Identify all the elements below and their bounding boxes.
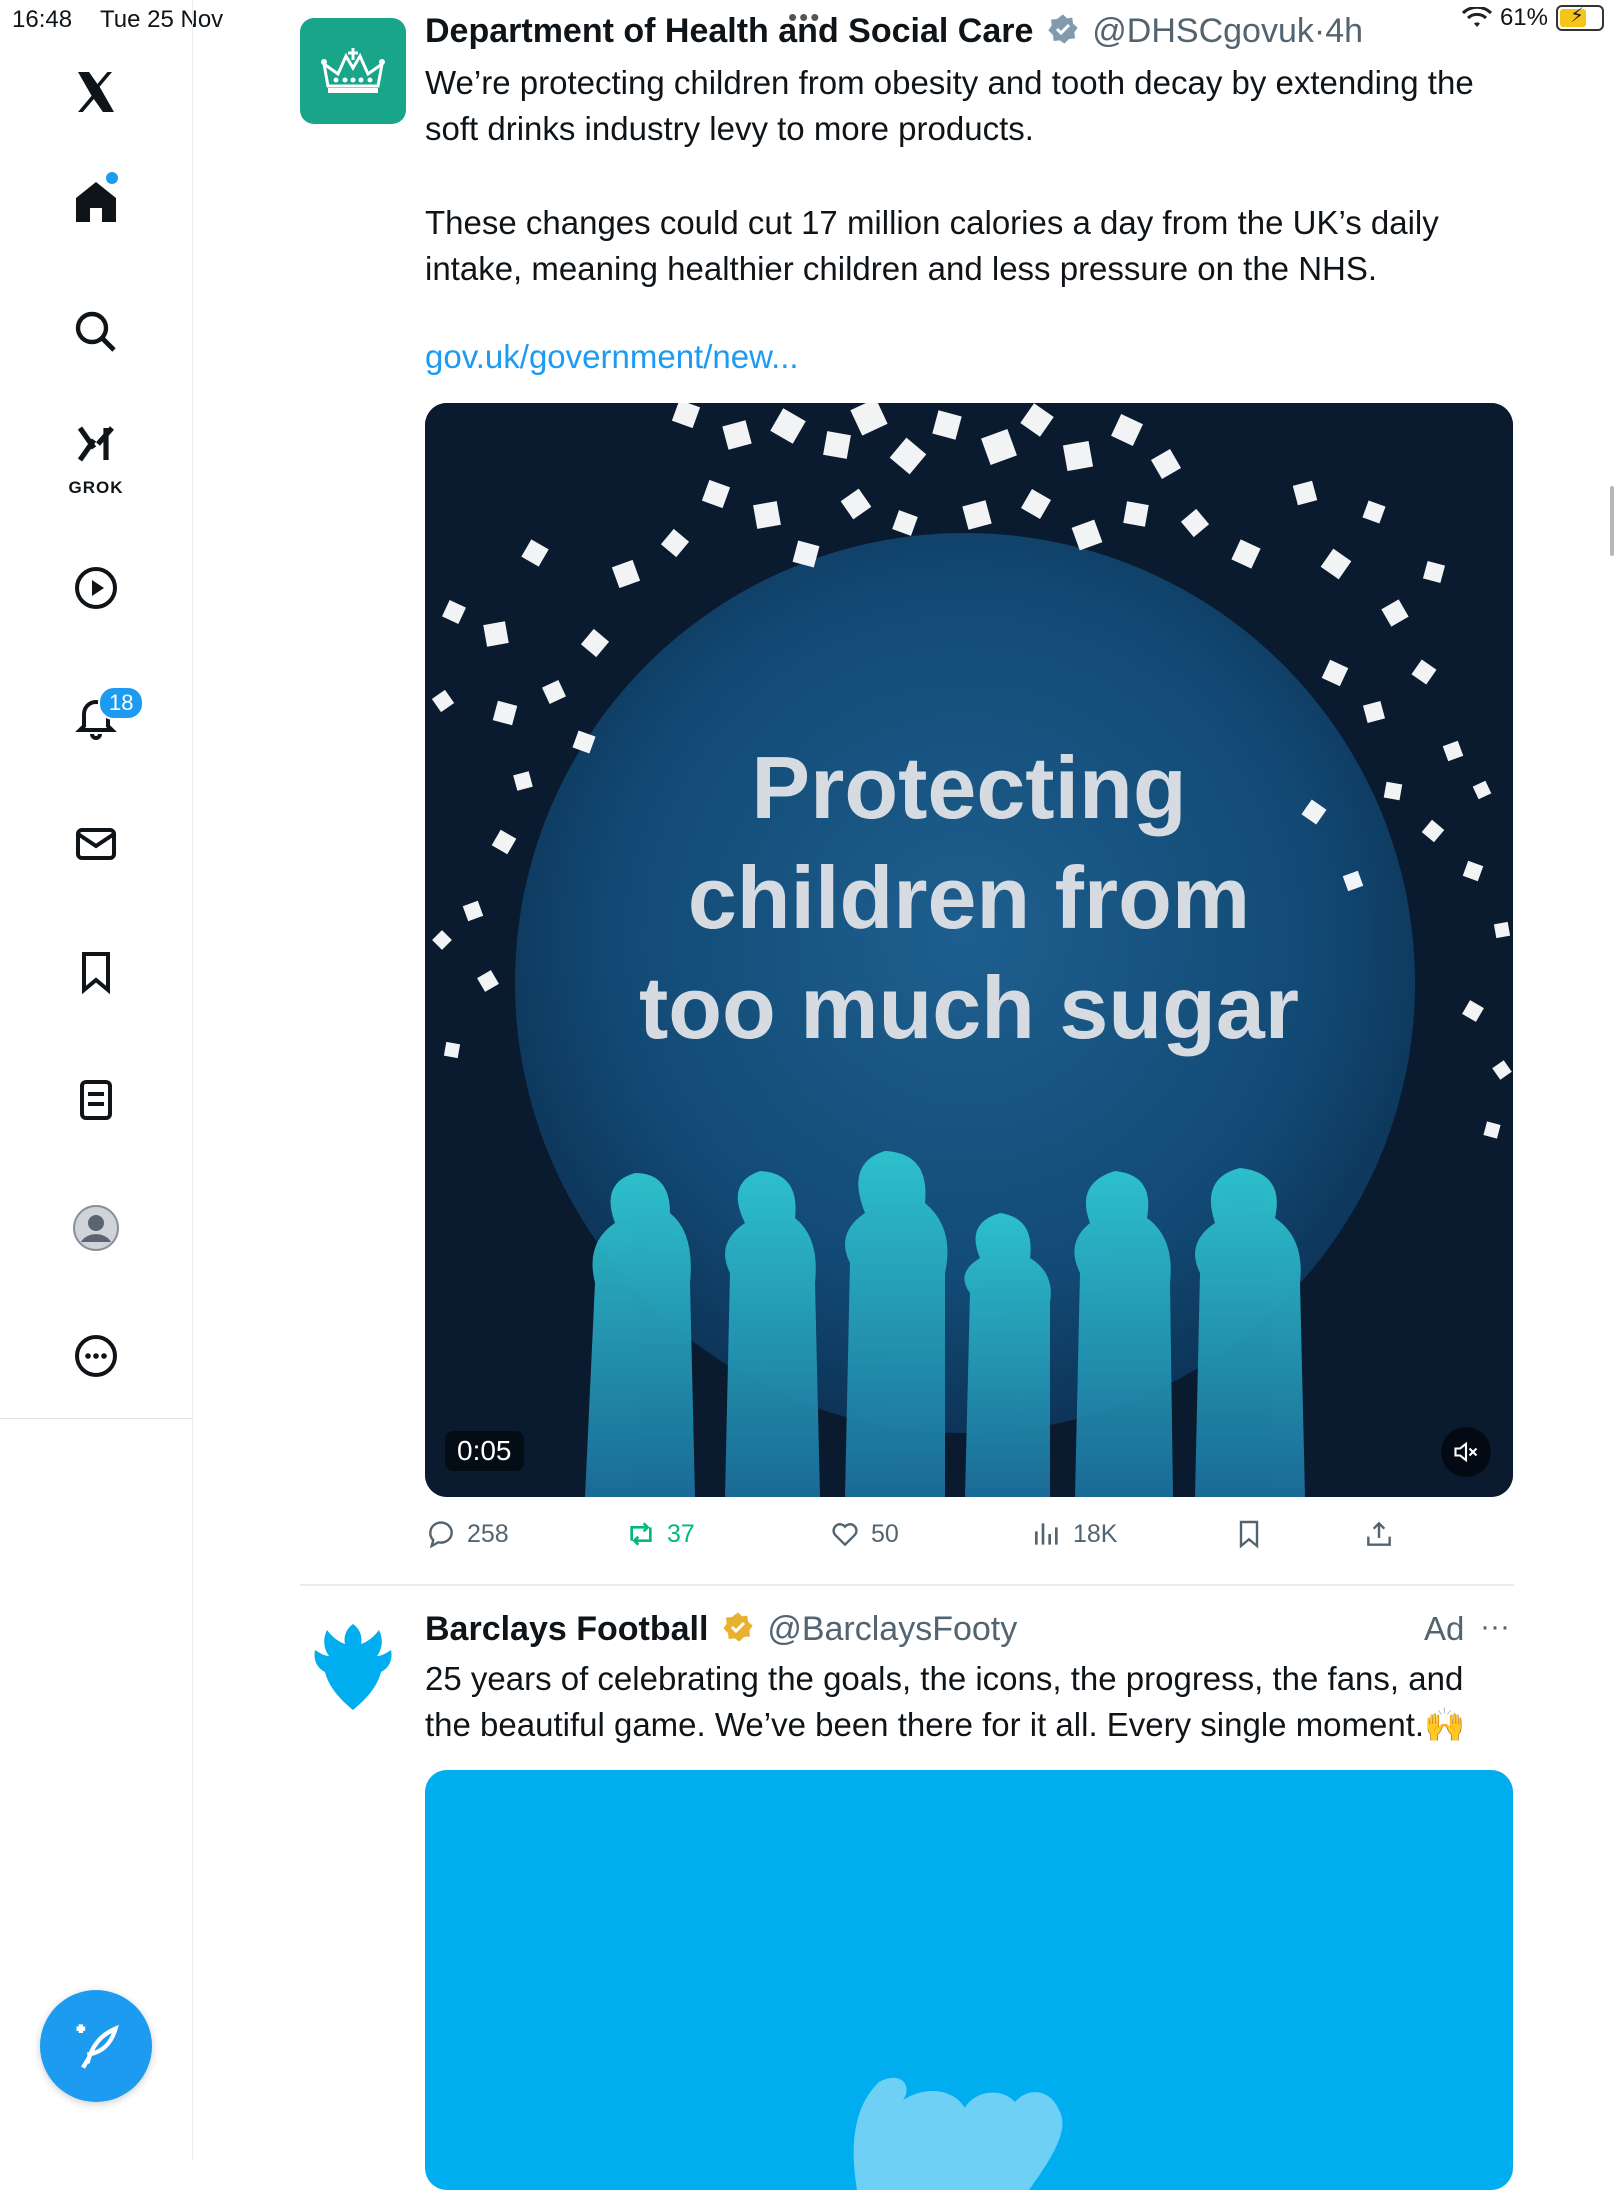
lists-icon[interactable] bbox=[56, 1060, 136, 1140]
tweet1-dot: · bbox=[1313, 12, 1326, 50]
video-headline-line-2: children from bbox=[687, 848, 1251, 947]
like-button[interactable]: 50 bbox=[829, 1518, 899, 1550]
views-button[interactable]: 18K bbox=[1031, 1518, 1117, 1550]
tweet2-text: 25 years of celebrating the goals, the i… bbox=[425, 1660, 1466, 1743]
messages-envelope-icon[interactable] bbox=[56, 804, 136, 884]
tweet2-author-name[interactable]: Barclays Football bbox=[425, 1610, 708, 1648]
grok-label: GROK bbox=[68, 478, 124, 497]
gold-verified-badge-icon bbox=[722, 1611, 754, 1652]
heart-icon bbox=[832, 1523, 858, 1547]
repost-count: 37 bbox=[667, 1519, 695, 1548]
status-right: 61% ⚡ bbox=[1461, 4, 1604, 32]
compose-post-button[interactable] bbox=[40, 1990, 152, 2102]
video-play-icon[interactable] bbox=[56, 548, 136, 628]
grey-verified-badge-icon bbox=[1047, 13, 1079, 54]
mute-toggle-button[interactable] bbox=[1441, 1427, 1491, 1477]
repost-button[interactable]: 37 bbox=[625, 1518, 695, 1550]
video-headline: Protecting children from too much sugar bbox=[425, 733, 1513, 1063]
tweet1-age[interactable]: 4h bbox=[1325, 12, 1363, 50]
crown-logo-icon bbox=[321, 48, 385, 93]
tweet-divider bbox=[300, 1584, 1514, 1586]
tweet2-handle[interactable]: @BarclaysFooty bbox=[767, 1610, 1017, 1648]
ad-more-options-icon[interactable]: ··· bbox=[1480, 1610, 1510, 1644]
tweet1-action-bar: 258 37 50 18K bbox=[425, 1518, 1525, 1558]
tweet1-text-paragraph-1: We’re protecting children from obesity a… bbox=[425, 64, 1474, 147]
search-icon[interactable] bbox=[56, 292, 136, 372]
barclays-avatar[interactable] bbox=[300, 1614, 406, 1720]
grok-icon[interactable] bbox=[56, 414, 136, 474]
compose-feather-icon bbox=[76, 2024, 119, 2069]
x-logo-icon[interactable] bbox=[56, 52, 136, 132]
notifications-badge: 18 bbox=[98, 686, 145, 720]
tweet2-header: Barclays Football @BarclaysFooty bbox=[425, 1610, 1017, 1652]
views-bar-chart-icon bbox=[1035, 1523, 1058, 1545]
bookmark-icon bbox=[1239, 1520, 1259, 1549]
reply-button[interactable]: 258 bbox=[425, 1518, 509, 1550]
speaker-muted-icon bbox=[1454, 1441, 1478, 1463]
battery-percent: 61% bbox=[1499, 4, 1548, 31]
tweet1-link[interactable]: gov.uk/government/new... bbox=[425, 338, 799, 376]
views-count: 18K bbox=[1073, 1519, 1118, 1548]
tweet1-header: Department of Health and Social Care @DH… bbox=[425, 12, 1363, 54]
video-timestamp: 0:05 bbox=[445, 1431, 524, 1471]
video-headline-line-1: Protecting bbox=[751, 738, 1187, 837]
profile-avatar-icon[interactable] bbox=[56, 1188, 136, 1268]
bookmark-button[interactable] bbox=[1233, 1518, 1265, 1550]
reply-count: 258 bbox=[467, 1519, 509, 1548]
more-options-icon[interactable] bbox=[56, 1316, 136, 1396]
barclays-media-eagle-illustration bbox=[853, 2077, 1063, 2190]
wifi-icon bbox=[1461, 7, 1492, 27]
home-unread-dot bbox=[106, 172, 118, 184]
like-count: 50 bbox=[871, 1519, 899, 1548]
barclays-eagle-logo-icon bbox=[314, 1624, 392, 1710]
dhsc-avatar[interactable] bbox=[300, 18, 406, 124]
battery-icon: ⚡ bbox=[1556, 5, 1604, 31]
tweet1-video[interactable]: Protecting children from too much sugar … bbox=[425, 403, 1513, 1497]
share-upload-icon bbox=[1367, 1521, 1391, 1546]
share-button[interactable] bbox=[1363, 1518, 1395, 1550]
bookmarks-icon[interactable] bbox=[56, 932, 136, 1012]
tweet1-handle[interactable]: @DHSCgovuk bbox=[1092, 12, 1314, 50]
reply-bubble-icon bbox=[429, 1521, 453, 1549]
tweet2-media[interactable] bbox=[425, 1770, 1513, 2190]
sidebar: GROK 18 bbox=[0, 0, 193, 2160]
ad-label: Ad bbox=[1424, 1610, 1465, 1647]
repost-arrows-icon bbox=[630, 1522, 652, 1546]
scrollbar-thumb[interactable] bbox=[1610, 486, 1614, 556]
sidebar-separator bbox=[0, 1418, 192, 1419]
tweet1-author-name[interactable]: Department of Health and Social Care bbox=[425, 12, 1033, 50]
home-icon[interactable] bbox=[56, 162, 136, 242]
tweet1-text-paragraph-2: These changes could cut 17 million calor… bbox=[425, 204, 1439, 287]
video-headline-line-3: too much sugar bbox=[638, 958, 1300, 1057]
